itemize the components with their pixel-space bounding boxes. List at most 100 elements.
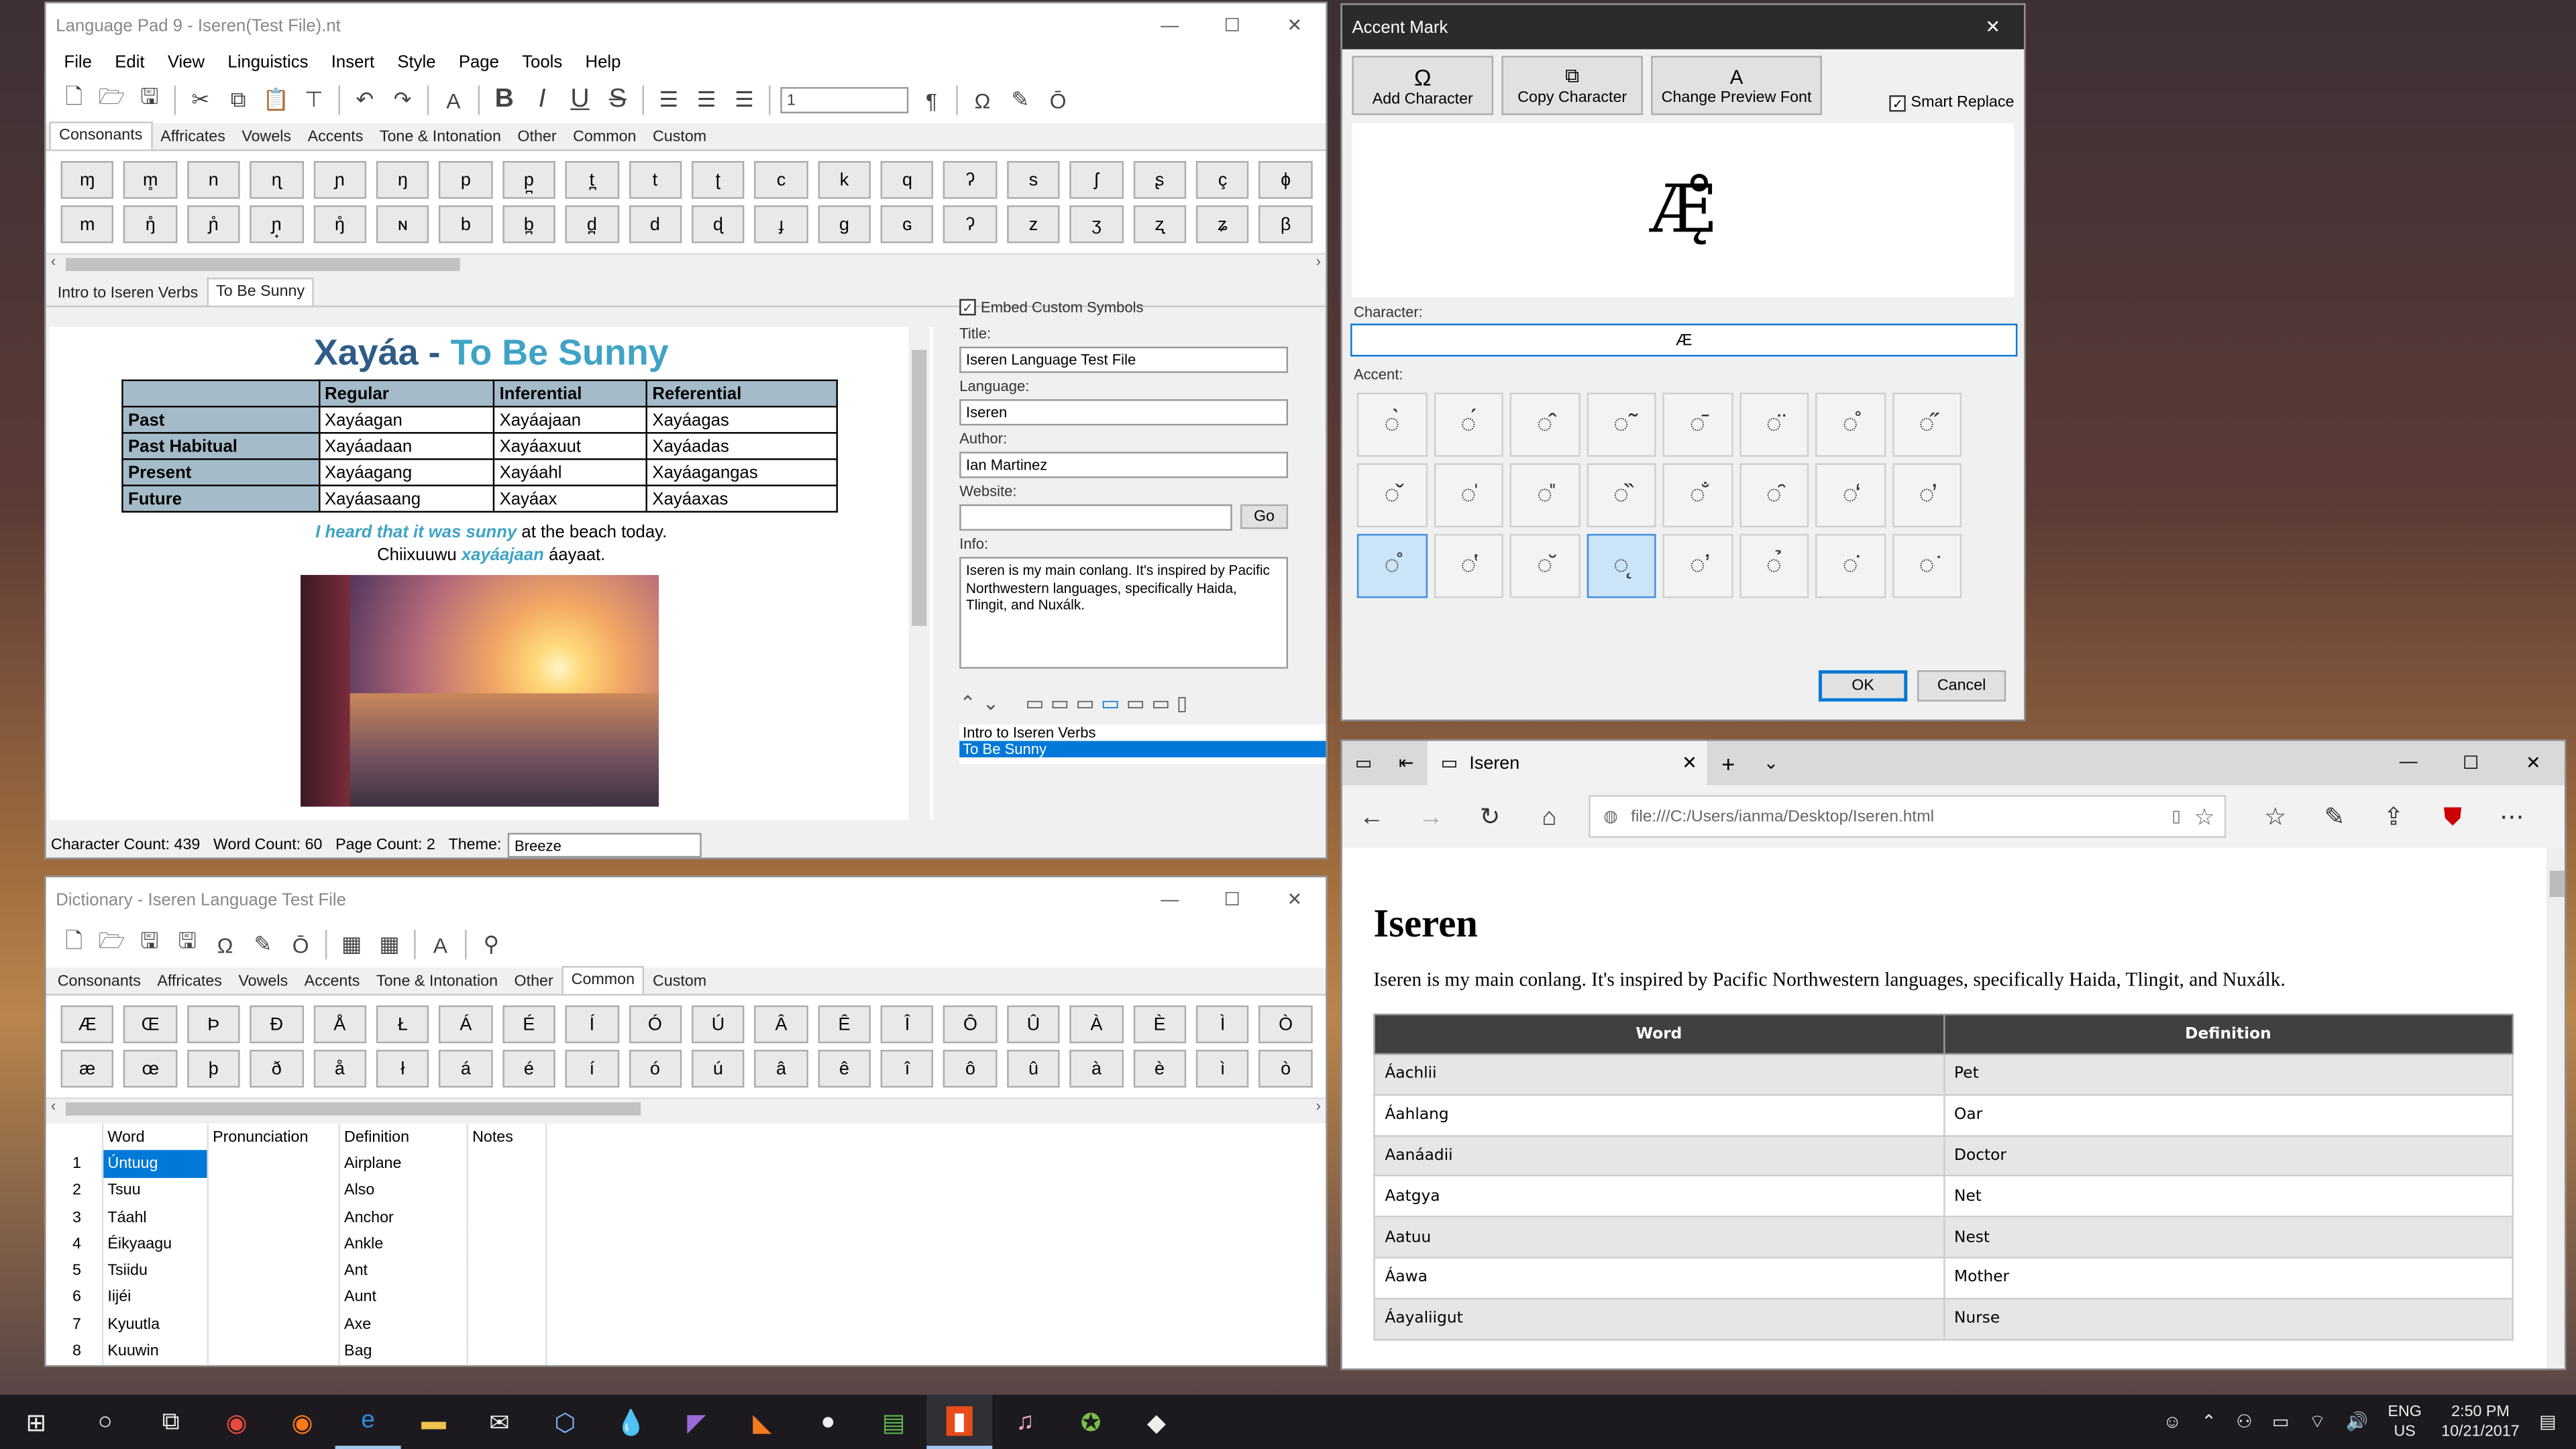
character-button[interactable]: ɖ [691, 205, 745, 244]
language-pad-icon[interactable]: ▮ [926, 1395, 993, 1449]
add-character-button[interactable]: Ω Add Character [1352, 56, 1494, 115]
copy-character-button[interactable]: ⧉ Copy Character [1501, 56, 1643, 115]
dictionary-app-icon[interactable]: ✪ [1058, 1395, 1124, 1449]
table-cell[interactable]: Kyuutla [101, 1311, 208, 1338]
char-tab[interactable]: Affricates [149, 969, 230, 994]
accent-icon[interactable]: Ō [1040, 82, 1076, 118]
character-button[interactable]: ŋ̊ [123, 205, 177, 244]
task-view-icon[interactable]: ⧉ [138, 1395, 204, 1449]
character-button[interactable]: p [439, 161, 493, 199]
table-cell[interactable]: Iijéi [101, 1284, 208, 1311]
column-header[interactable]: Word [101, 1124, 208, 1151]
lp-doc-vscroll[interactable] [908, 327, 930, 820]
table-cell[interactable] [207, 1230, 339, 1258]
table-cell[interactable]: Aunt [338, 1284, 468, 1311]
character-button[interactable]: È [1132, 1005, 1187, 1044]
character-button[interactable]: ɟ [754, 205, 808, 244]
table-cell[interactable] [466, 1338, 547, 1365]
ublock-icon[interactable]: ⛊ [2423, 802, 2482, 830]
reading-view-icon[interactable]: ▯ [2171, 808, 2181, 826]
character-button[interactable]: Ò [1258, 1005, 1313, 1044]
character-button[interactable]: d [628, 205, 682, 244]
move-up-icon[interactable]: ⌃ [959, 692, 976, 714]
tab-to-be-sunny[interactable]: To Be Sunny [206, 277, 315, 306]
character-button[interactable]: à [1069, 1049, 1124, 1088]
menu-view[interactable]: View [156, 52, 217, 72]
table-row[interactable]: 8 Kuuwin Bag [52, 1338, 547, 1365]
character-button[interactable]: þ [186, 1049, 240, 1088]
accent-option[interactable]: ◌̉ [1739, 533, 1809, 598]
character-button[interactable]: ʔ [943, 205, 998, 244]
char-tab[interactable]: Custom [645, 125, 715, 150]
close-icon[interactable]: ✕ [1263, 877, 1326, 922]
character-button[interactable]: É [502, 1005, 556, 1044]
cortana-search-icon[interactable]: ○ [72, 1395, 138, 1449]
file-explorer-icon[interactable]: ▬ [401, 1395, 467, 1449]
character-button[interactable]: ó [628, 1049, 682, 1088]
char-tab[interactable]: Vowels [233, 125, 299, 150]
character-button[interactable]: Þ [186, 1005, 240, 1044]
char-tab[interactable]: Common [561, 966, 645, 994]
paste-icon[interactable]: 📋 [258, 82, 294, 118]
xamarin-icon[interactable]: ◣ [729, 1395, 795, 1449]
change-font-button[interactable]: A Change Preview Font [1651, 56, 1822, 115]
character-button[interactable]: À [1069, 1005, 1124, 1044]
menu-style[interactable]: Style [386, 52, 447, 72]
accent-icon[interactable]: Ō [282, 926, 319, 963]
favorites-hub-icon[interactable]: ☆ [2246, 802, 2305, 832]
table-cell[interactable]: Axe [338, 1311, 468, 1338]
character-button[interactable]: ɢ [880, 205, 934, 244]
character-button[interactable]: ʈ [691, 161, 745, 199]
browser-tab[interactable]: ▭ Iseren ✕ [1428, 741, 1707, 786]
table-cell[interactable] [466, 1284, 547, 1311]
share-icon[interactable]: ⇪ [2364, 802, 2423, 832]
char-tab[interactable]: Accents [299, 125, 371, 150]
bold-icon[interactable]: B [486, 82, 523, 118]
column-header[interactable]: Pronunciation [207, 1124, 339, 1151]
character-button[interactable]: ð [250, 1049, 303, 1088]
table-row[interactable]: 7 Kyuutla Axe [52, 1311, 547, 1338]
edge-vscrollbar[interactable] [2546, 847, 2565, 1369]
author-field[interactable]: Ian Martinez [959, 451, 1289, 478]
add-row-icon[interactable]: ▦ [333, 926, 370, 963]
language-field[interactable]: Iseren [959, 399, 1289, 426]
character-button[interactable]: ò [1258, 1049, 1313, 1088]
edge-icon[interactable]: e [335, 1395, 401, 1449]
website-field[interactable] [959, 504, 1232, 531]
character-button[interactable]: Û [1006, 1005, 1061, 1044]
menu-insert[interactable]: Insert [320, 52, 386, 72]
character-button[interactable]: Ì [1195, 1005, 1250, 1044]
minimize-icon[interactable]: — [1138, 877, 1201, 922]
table-cell[interactable] [466, 1257, 547, 1285]
character-button[interactable]: s [1006, 161, 1061, 199]
accent-option[interactable]: ◌̨ [1586, 533, 1656, 598]
text-box-icon[interactable]: ⊤ [296, 82, 332, 118]
char-tab[interactable]: Accents [296, 969, 368, 994]
maximize-icon[interactable]: ☐ [1201, 877, 1263, 922]
accent-option[interactable]: ◌̑ [1739, 463, 1809, 528]
column-header[interactable]: Notes [466, 1124, 547, 1151]
table-cell[interactable]: Anchor [338, 1203, 468, 1231]
embed-checkbox[interactable]: ✓ [959, 299, 976, 316]
accent-option[interactable]: ◌̓ [1892, 463, 1962, 528]
table-cell[interactable]: Airplane [338, 1150, 468, 1177]
droplet-icon[interactable]: 💧 [598, 1395, 663, 1449]
table-cell[interactable] [466, 1150, 547, 1177]
redo-icon[interactable]: ↷ [384, 82, 421, 118]
accent-option[interactable]: ◌̌ [1356, 463, 1427, 528]
character-button[interactable]: ɲ̟ [250, 205, 303, 244]
character-button[interactable]: é [502, 1049, 556, 1088]
table-cell[interactable] [207, 1338, 339, 1365]
table-cell[interactable]: Tsuu [101, 1177, 208, 1204]
visual-studio-icon[interactable]: ◤ [663, 1395, 729, 1449]
battery-icon[interactable]: ▭ [2272, 1411, 2289, 1432]
table-row[interactable]: 1 Úntuug Airplane [52, 1150, 547, 1177]
delete-row-icon[interactable]: ▦ [371, 926, 407, 963]
table-cell[interactable] [207, 1150, 339, 1177]
table-row[interactable]: 2 Tsuu Also [52, 1177, 547, 1204]
accent-option[interactable]: ◌̀ [1356, 392, 1427, 457]
network-icon[interactable]: ⚇ [2236, 1411, 2252, 1432]
people-icon[interactable]: ☺ [2163, 1412, 2182, 1432]
table-cell[interactable]: Ankle [338, 1230, 468, 1258]
underline-icon[interactable]: U [562, 82, 598, 118]
